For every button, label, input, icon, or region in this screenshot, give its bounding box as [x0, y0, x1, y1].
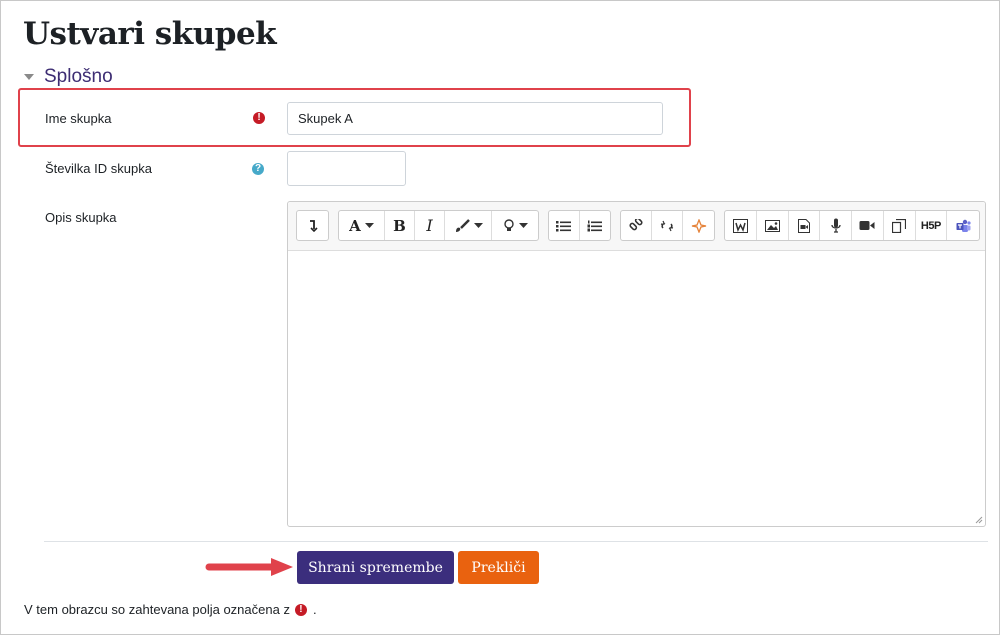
italic-icon: I [426, 216, 433, 235]
link-button[interactable] [621, 211, 652, 240]
page-title: Ustvari skupek [23, 16, 277, 52]
unordered-list-button[interactable] [549, 211, 580, 240]
cancel-button[interactable]: Prekliči [458, 551, 539, 584]
required-icon: ! [294, 603, 307, 616]
dropdown-arrow-icon [518, 222, 528, 228]
media-file-icon [797, 218, 810, 233]
accessibility-button[interactable] [492, 211, 538, 240]
image-icon [764, 219, 780, 232]
dropdown-arrow-icon [364, 222, 374, 228]
required-note-text: V tem obrazcu so zahtevana polja označen… [24, 602, 290, 617]
manage-files-icon [892, 218, 907, 233]
paintbrush-icon [455, 218, 470, 232]
background-color-button[interactable] [445, 211, 492, 240]
ordered-list-icon [587, 220, 603, 231]
collapse-caret-icon [24, 74, 34, 80]
teams-icon [956, 219, 971, 232]
help-icon[interactable]: ? [252, 163, 264, 175]
media-button[interactable] [789, 211, 821, 240]
word-import-icon [732, 218, 748, 233]
name-label: Ime skupka [45, 111, 112, 126]
record-video-button[interactable] [852, 211, 884, 240]
required-note-suffix: . [312, 602, 317, 617]
link-icon [629, 218, 643, 230]
collapse-icon [309, 219, 318, 232]
stamp-button[interactable] [683, 211, 714, 240]
description-editor: A B I H5P [287, 201, 986, 527]
unordered-list-icon [556, 220, 572, 231]
italic-button[interactable]: I [415, 211, 445, 240]
bold-button[interactable]: B [385, 211, 415, 240]
toolbar-group-4 [620, 210, 715, 241]
save-button[interactable]: Shrani spremembe [297, 551, 454, 584]
h5p-icon: H5P [920, 219, 941, 232]
ordered-list-button[interactable] [580, 211, 610, 240]
video-camera-icon [859, 221, 875, 230]
idnumber-input[interactable] [287, 151, 406, 186]
collapse-toolbar-button[interactable] [297, 211, 328, 240]
manage-files-button[interactable] [884, 211, 916, 240]
h5p-button[interactable]: H5P [916, 211, 948, 240]
font-icon: A [349, 216, 361, 235]
editor-toolbar: A B I H5P [288, 202, 985, 251]
name-input[interactable] [287, 102, 663, 135]
toolbar-group-2: A B I [338, 210, 539, 241]
required-icon: ! [253, 112, 265, 124]
section-toggle-general[interactable]: Splošno [24, 66, 113, 88]
toolbar-group-3 [548, 210, 611, 241]
idnumber-label: Številka ID skupka [45, 161, 152, 176]
description-label: Opis skupka [45, 210, 117, 225]
image-button[interactable] [757, 211, 789, 240]
form-divider [44, 541, 988, 542]
unlink-icon [660, 220, 674, 231]
microphone-icon [830, 218, 841, 233]
record-audio-button[interactable] [820, 211, 852, 240]
teams-meeting-button[interactable] [947, 211, 979, 240]
lightbulb-icon [503, 218, 514, 231]
dropdown-arrow-icon [473, 222, 483, 228]
description-textarea[interactable] [288, 251, 985, 526]
pointer-arrow-icon [205, 558, 293, 576]
section-title: Splošno [44, 66, 113, 87]
stamp-icon [691, 218, 706, 233]
toolbar-group-1 [296, 210, 329, 241]
word-import-button[interactable] [725, 211, 757, 240]
toolbar-group-5: H5P [724, 210, 980, 241]
font-style-button[interactable]: A [339, 211, 385, 240]
unlink-button[interactable] [652, 211, 683, 240]
required-fields-note: V tem obrazcu so zahtevana polja označen… [24, 602, 317, 617]
bold-icon: B [393, 216, 406, 235]
resize-handle-icon[interactable] [975, 516, 983, 524]
